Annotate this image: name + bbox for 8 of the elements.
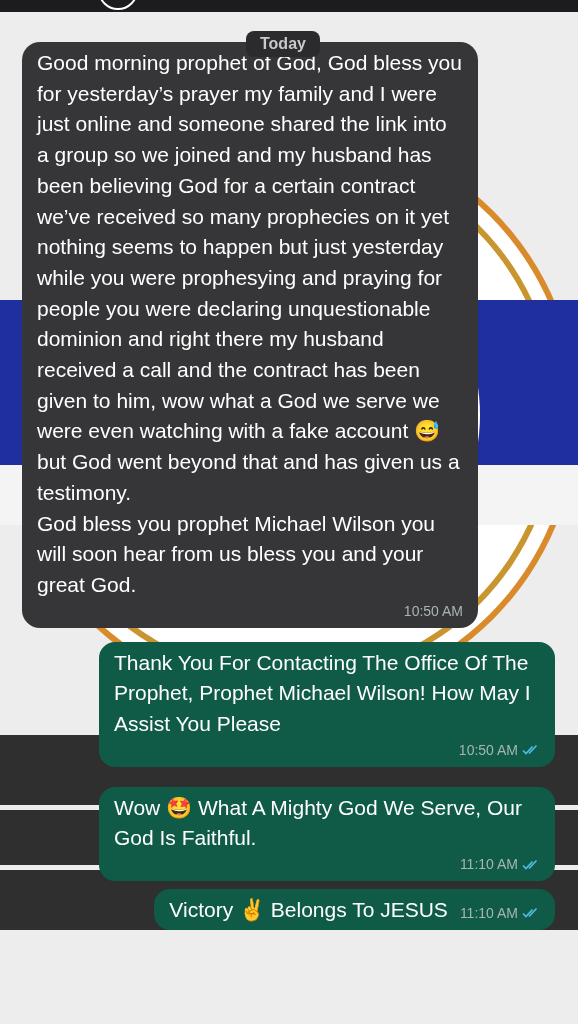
message-time: 10:50 AM <box>458 740 518 760</box>
date-chip: Today <box>246 31 320 57</box>
message-time: 10:50 AM <box>403 601 463 621</box>
message-text: Victory ✌ Belongs To JESUS <box>169 897 448 924</box>
message-time: 11:10 AM <box>459 903 518 923</box>
message-time: 11:10 AM <box>459 855 518 875</box>
message-text: Wow 🤩 What A Mighty God We Serve, Our God Is Faithful. <box>114 794 524 852</box>
message-text: Thank You For Contacting The Office Of The Prophet, Prophet Michael Wilson! How May I Assist You Please <box>114 649 532 738</box>
